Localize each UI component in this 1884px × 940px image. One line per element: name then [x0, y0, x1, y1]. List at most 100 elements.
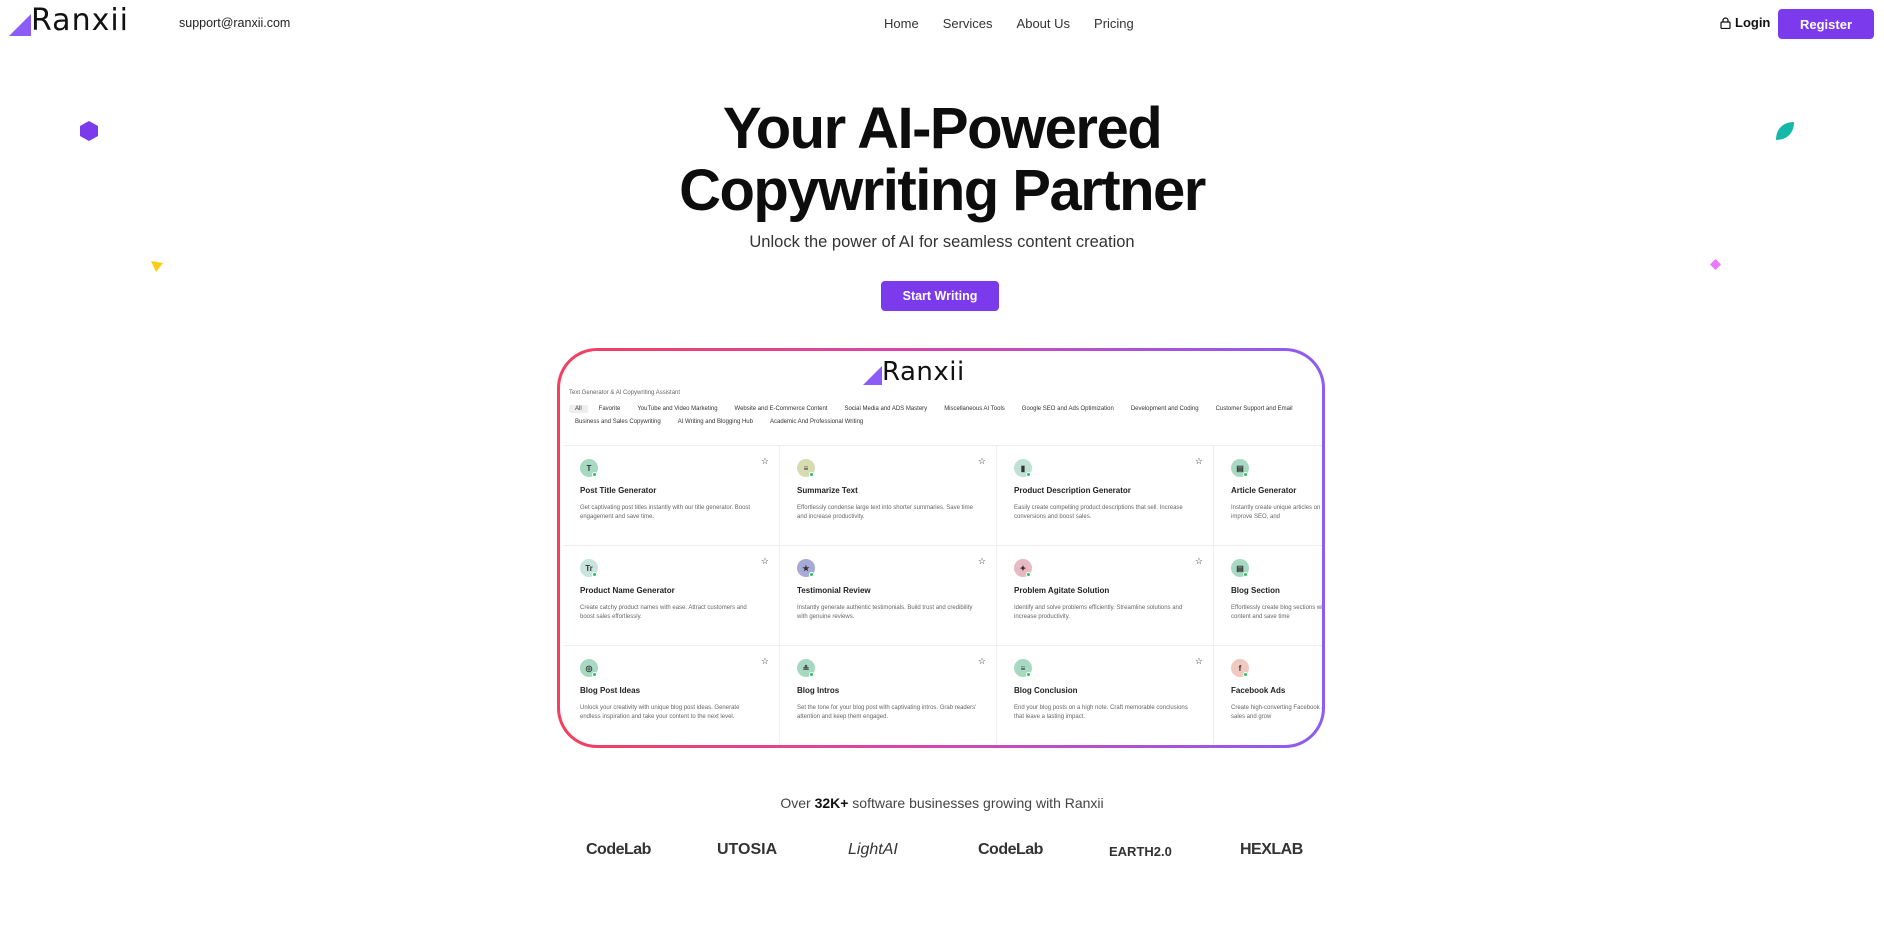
favorite-star-icon[interactable]: ☆	[761, 656, 769, 667]
status-dot	[592, 572, 597, 577]
favorite-star-icon[interactable]: ☆	[978, 456, 986, 467]
social-proof-prefix: Over	[780, 795, 815, 811]
logo-text: Ranxii	[31, 3, 130, 38]
logo-triangle-icon	[9, 14, 31, 36]
site-logo[interactable]: Ranxii	[9, 6, 129, 36]
category-filters: All Favorite YouTube and Video Marketing We…	[569, 405, 1322, 431]
tool-description: Get captivating post titles instantly wi…	[580, 505, 751, 520]
category-tab[interactable]: Customer Support and Email	[1210, 405, 1299, 413]
tool-card[interactable]: T ☆ Post Title Generator Get captivating po…	[563, 446, 780, 546]
status-dot	[809, 472, 814, 477]
support-email[interactable]: support@ranxii.com	[179, 16, 290, 30]
favorite-star-icon[interactable]: ☆	[978, 656, 986, 667]
category-tab[interactable]: Social Media and ADS Mastery	[838, 405, 933, 413]
category-tab[interactable]: YouTube and Video Marketing	[631, 405, 723, 413]
tool-description: Identify and solve problems efficiently.…	[1014, 605, 1183, 620]
status-dot	[809, 572, 814, 577]
start-writing-button[interactable]: Start Writing	[881, 281, 999, 311]
register-button[interactable]: Register	[1778, 9, 1874, 39]
hero-subtitle: Unlock the power of AI for seamless cont…	[749, 233, 1135, 251]
tool-description: Create high-converting Facebook ads. Cap…	[1231, 705, 1322, 720]
favorite-star-icon[interactable]: ☆	[1195, 656, 1203, 667]
hero-title-line2: Copywriting Partner	[679, 158, 1206, 223]
main-menu: Home Services About Us Pricing	[884, 16, 1158, 31]
preview-logo-text: Ranxii	[882, 357, 965, 387]
tool-description: Easily create compelling product descrip…	[1014, 505, 1183, 520]
category-tab[interactable]: Business and Sales Copywriting	[569, 418, 667, 426]
category-tab[interactable]: Development and Coding	[1125, 405, 1205, 413]
tool-card[interactable]: ≗ ☆ Blog Intros Set the tone for your blog …	[780, 646, 997, 745]
triangle-decoration-icon	[151, 261, 163, 272]
menu-about-us[interactable]: About Us	[1017, 16, 1070, 31]
category-row: Business and Sales Copywriting AI Writing…	[569, 418, 1322, 426]
tool-card[interactable]: ★ ☆ Testimonial Review Instantly generate a…	[780, 546, 997, 646]
tool-card[interactable]: ✦ ☆ Problem Agitate Solution Identify and s…	[997, 546, 1214, 646]
category-tab[interactable]: Google SEO and Ads Optimization	[1016, 405, 1120, 413]
tool-description: Effortlessly condense large text into sh…	[797, 505, 973, 520]
login-link[interactable]: Login	[1720, 15, 1770, 30]
tool-card[interactable]: ▤☆Blog SectionEffortlessly create blog s…	[1214, 546, 1322, 646]
favorite-star-icon[interactable]: ☆	[1195, 556, 1203, 567]
lock-icon	[1720, 16, 1731, 29]
tool-card[interactable]: Tr ☆ Product Name Generator Create catchy p…	[563, 546, 780, 646]
preview-logo: Ranxii	[863, 359, 965, 385]
app-preview-frame: Ranxii Text Generator & AI Copywriting A…	[557, 348, 1325, 748]
tool-title: Problem Agitate Solution	[1014, 586, 1110, 595]
tool-title: Summarize Text	[797, 486, 858, 495]
category-tab[interactable]: Academic And Professional Writing	[764, 418, 869, 426]
favorite-star-icon[interactable]: ☆	[1195, 456, 1203, 467]
tool-card-grid: T ☆ Post Title Generator Get captivating po…	[563, 445, 1322, 745]
category-tab[interactable]: Miscellaneous AI Tools	[938, 405, 1011, 413]
category-tab[interactable]: Website and E-Commerce Content	[729, 405, 834, 413]
tool-title: Post Title Generator	[580, 486, 657, 495]
tool-title: Blog Conclusion	[1014, 686, 1078, 695]
favorite-star-icon[interactable]: ☆	[761, 456, 769, 467]
category-row: All Favorite YouTube and Video Marketing We…	[569, 405, 1322, 413]
brand-logo-utosia: UTOSIA	[717, 841, 778, 858]
tool-title: Blog Section	[1231, 586, 1280, 595]
category-tab[interactable]: AI Writing and Blogging Hub	[672, 418, 759, 426]
status-dot	[1026, 472, 1031, 477]
tool-card[interactable]: f☆Facebook AdsCreate high-converting Fac…	[1214, 646, 1322, 745]
tool-description: Set the tone for your blog post with cap…	[797, 705, 977, 720]
social-proof-suffix: software businesses growing with Ranxii	[848, 795, 1104, 811]
tool-card[interactable]: ▤☆Article GeneratorInstantly create uniq…	[1214, 446, 1322, 546]
tool-title: Article Generator	[1231, 486, 1297, 495]
tool-description: End your blog posts on a high note. Craf…	[1014, 705, 1188, 720]
tool-card[interactable]: ≡ ☆ Blog Conclusion End your blog posts on …	[997, 646, 1214, 745]
brand-logo-lightai: LightAI	[848, 841, 898, 858]
brand-logos: CodeLab UTOSIA LightAI CodeLab EARTH2.0 …	[0, 841, 1884, 865]
menu-home[interactable]: Home	[884, 16, 919, 31]
tool-description: Instantly generate authentic testimonial…	[797, 605, 973, 620]
tool-card[interactable]: ▮ ☆ Product Description Generator Easily cr…	[997, 446, 1214, 546]
category-tab[interactable]: Favorite	[593, 405, 627, 413]
tool-description: Create catchy product names with ease. A…	[580, 605, 747, 620]
status-dot	[1243, 672, 1248, 677]
tool-title: Product Description Generator	[1014, 486, 1131, 495]
logo-triangle-icon	[863, 366, 882, 385]
tool-card[interactable]: ≡ ☆ Summarize Text Effortlessly condense la…	[780, 446, 997, 546]
preview-subtitle: Text Generator & AI Copywriting Assistan…	[569, 390, 681, 396]
tool-description: Instantly create unique articles on any …	[1231, 505, 1322, 520]
status-dot	[1026, 572, 1031, 577]
brand-logo-hexlab: HEXLAB	[1240, 841, 1303, 858]
tool-title: Facebook Ads	[1231, 686, 1286, 695]
top-navbar: Ranxii support@ranxii.com Home Services …	[0, 0, 1884, 48]
category-tab[interactable]: All	[569, 405, 588, 413]
status-dot	[1243, 572, 1248, 577]
favorite-star-icon[interactable]: ☆	[761, 556, 769, 567]
tool-title: Testimonial Review	[797, 586, 871, 595]
menu-pricing[interactable]: Pricing	[1094, 16, 1134, 31]
tool-description: Unlock your creativity with unique blog …	[580, 705, 740, 720]
favorite-star-icon[interactable]: ☆	[978, 556, 986, 567]
app-preview: Ranxii Text Generator & AI Copywriting A…	[560, 351, 1322, 745]
tool-title: Product Name Generator	[580, 586, 675, 595]
tool-card[interactable]: ◎ ☆ Blog Post Ideas Unlock your creativity …	[563, 646, 780, 745]
diamond-decoration-icon	[1710, 259, 1721, 270]
tool-title: Blog Post Ideas	[580, 686, 641, 695]
hero-title: Your AI-Powered Copywriting Partner	[0, 98, 1884, 222]
status-dot	[1026, 672, 1031, 677]
hero-title-line1: Your AI-Powered	[722, 96, 1163, 161]
menu-services[interactable]: Services	[943, 16, 993, 31]
social-proof-text: Over 32K+ software businesses growing wi…	[0, 795, 1884, 811]
